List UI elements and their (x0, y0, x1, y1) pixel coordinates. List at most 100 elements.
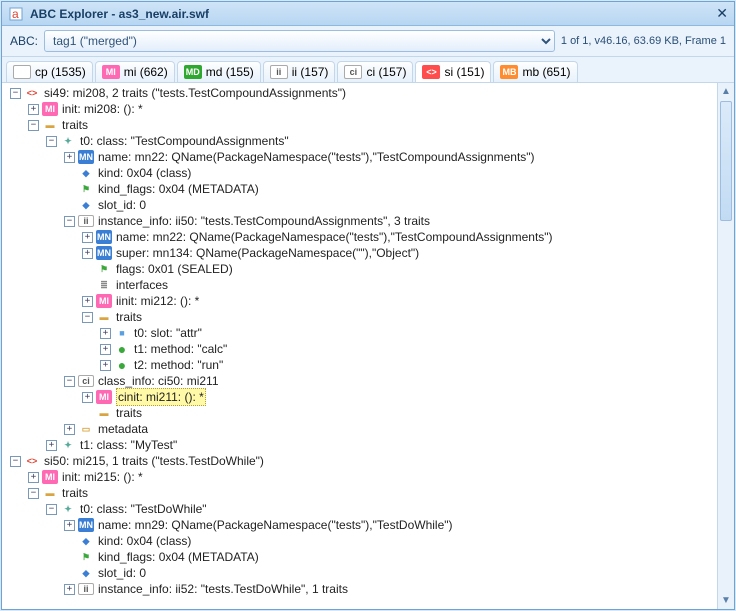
tree-node-label: class_info: ci50: mi211 (98, 373, 219, 389)
collapse-toggle[interactable]: − (10, 88, 21, 99)
tab-ii[interactable]: iiii (157) (263, 61, 336, 82)
tree-row[interactable]: −▬traits (2, 485, 717, 501)
tree-row[interactable]: ◆slot_id: 0 (2, 197, 717, 213)
tab-mi[interactable]: MImi (662) (95, 61, 175, 82)
mn-icon: MN (78, 150, 94, 164)
collapse-toggle[interactable]: − (28, 488, 39, 499)
expand-toggle[interactable]: + (82, 248, 93, 259)
expand-toggle[interactable]: + (64, 520, 75, 531)
folder-icon: ▬ (42, 118, 58, 132)
abc-toolbar: ABC: tag1 ("merged") 1 of 1, v46.16, 63.… (2, 26, 734, 57)
expand-toggle[interactable]: + (64, 424, 75, 435)
expand-toggle[interactable]: + (82, 392, 93, 403)
tree-row[interactable]: −iiinstance_info: ii50: "tests.TestCompo… (2, 213, 717, 229)
blue-icon: ◆ (78, 566, 94, 580)
tab-cp[interactable]: cp (1535) (6, 61, 93, 82)
class-icon: ✦ (60, 134, 76, 148)
collapse-toggle[interactable]: − (10, 456, 21, 467)
abc-info: 1 of 1, v46.16, 63.69 KB, Frame 1 (561, 35, 726, 47)
expand-toggle[interactable]: + (100, 344, 111, 355)
tree-row[interactable]: +MIiinit: mi212: (): * (2, 293, 717, 309)
tree-row[interactable]: ⚑kind_flags: 0x04 (METADATA) (2, 181, 717, 197)
tree-row[interactable]: +MNname: mn29: QName(PackageNamespace("t… (2, 517, 717, 533)
tree-row[interactable]: +MIinit: mi208: (): * (2, 101, 717, 117)
mn-icon: MN (96, 246, 112, 260)
tree-row[interactable]: +✦t1: class: "MyTest" (2, 437, 717, 453)
blue-icon: ◆ (78, 534, 94, 548)
tree-row[interactable]: ⚑kind_flags: 0x04 (METADATA) (2, 549, 717, 565)
tree-row[interactable]: +MNsuper: mn134: QName(PackageNamespace(… (2, 245, 717, 261)
tab-badge-icon: MB (500, 65, 518, 79)
tree-row[interactable]: −▬traits (2, 309, 717, 325)
flag-icon: ⚑ (96, 262, 112, 276)
tree-view[interactable]: −<>si49: mi208, 2 traits ("tests.TestCom… (2, 83, 717, 609)
tab-label: ci (157) (366, 65, 406, 79)
tree-node-label: traits (116, 405, 142, 421)
scroll-up-icon[interactable]: ▲ (718, 83, 734, 100)
expand-toggle[interactable]: + (28, 104, 39, 115)
tree-row[interactable]: +iiinstance_info: ii52: "tests.TestDoWhi… (2, 581, 717, 597)
si-icon: <> (24, 454, 40, 468)
tree-node-label: t0: class: "TestCompoundAssignments" (80, 133, 289, 149)
tree-row[interactable]: ◆slot_id: 0 (2, 565, 717, 581)
expand-toggle[interactable]: + (64, 152, 75, 163)
tab-mb[interactable]: MBmb (651) (493, 61, 577, 82)
titlebar[interactable]: a ABC Explorer - as3_new.air.swf ✕ (2, 2, 734, 26)
expand-toggle[interactable]: + (100, 328, 111, 339)
tree-row[interactable]: −▬traits (2, 117, 717, 133)
collapse-toggle[interactable]: − (46, 136, 57, 147)
tree-row[interactable]: +●t2: method: "run" (2, 357, 717, 373)
collapse-toggle[interactable]: − (64, 376, 75, 387)
expand-toggle[interactable]: + (64, 584, 75, 595)
scroll-down-icon[interactable]: ▼ (718, 592, 734, 609)
tree-node-label: t0: class: "TestDoWhile" (80, 501, 207, 517)
tree-row[interactable]: −<>si50: mi215, 1 traits ("tests.TestDoW… (2, 453, 717, 469)
tab-md[interactable]: MDmd (155) (177, 61, 261, 82)
tree-row[interactable]: +▭metadata (2, 421, 717, 437)
tree-node-label: cinit: mi211: (): * (116, 388, 206, 406)
tree-row[interactable]: +MI cinit: mi211: (): * (2, 389, 717, 405)
tab-label: md (155) (206, 65, 254, 79)
collapse-toggle[interactable]: − (64, 216, 75, 227)
class-icon: ✦ (60, 502, 76, 516)
expand-toggle[interactable]: + (100, 360, 111, 371)
expand-toggle[interactable]: + (46, 440, 57, 451)
tree-node-label: kind_flags: 0x04 (METADATA) (98, 181, 259, 197)
tree-row[interactable]: ◆kind: 0x04 (class) (2, 165, 717, 181)
mi-icon: MI (96, 390, 112, 404)
tree-row[interactable]: −<>si49: mi208, 2 traits ("tests.TestCom… (2, 85, 717, 101)
tab-ci[interactable]: cici (157) (337, 61, 413, 82)
tree-row[interactable]: −ci class_info: ci50: mi211 (2, 373, 717, 389)
collapse-toggle[interactable]: − (82, 312, 93, 323)
close-icon[interactable]: ✕ (716, 5, 728, 22)
tree-node-label: t1: method: "calc" (134, 341, 227, 357)
expand-toggle[interactable]: + (82, 296, 93, 307)
tree-row[interactable]: ▬traits (2, 405, 717, 421)
collapse-toggle[interactable]: − (46, 504, 57, 515)
tree-row[interactable]: −✦ t0: class: "TestCompoundAssignments" (2, 133, 717, 149)
tree-node-label: name: mn22: QName(PackageNamespace("test… (98, 149, 535, 165)
tree-row[interactable]: ⚑flags: 0x01 (SEALED) (2, 261, 717, 277)
expand-toggle[interactable]: + (28, 472, 39, 483)
tree-row[interactable]: +MN name: mn22: QName(PackageNamespace("t… (2, 149, 717, 165)
tree-row[interactable]: +MIinit: mi215: (): * (2, 469, 717, 485)
vertical-scrollbar[interactable]: ▲ ▼ (717, 83, 734, 609)
abc-select[interactable]: tag1 ("merged") (44, 30, 555, 52)
tree-node-label: instance_info: ii52: "tests.TestDoWhile"… (98, 581, 348, 597)
tree-row[interactable]: ≣interfaces (2, 277, 717, 293)
scrollbar-thumb[interactable] (720, 101, 732, 221)
tree-node-label: t0: slot: "attr" (134, 325, 202, 341)
collapse-toggle[interactable]: − (28, 120, 39, 131)
expand-toggle[interactable]: + (82, 232, 93, 243)
tree-node-label: traits (116, 309, 142, 325)
tree-node-label: init: mi215: (): * (62, 469, 143, 485)
ci-icon: ci (78, 375, 94, 387)
dot-icon: ● (114, 342, 130, 356)
dot-icon: ● (114, 358, 130, 372)
tree-row[interactable]: +● t1: method: "calc" (2, 341, 717, 357)
tab-si[interactable]: <>si (151) (415, 61, 491, 82)
tree-row[interactable]: ◆kind: 0x04 (class) (2, 533, 717, 549)
tree-row[interactable]: −✦ t0: class: "TestDoWhile" (2, 501, 717, 517)
tree-row[interactable]: +■t0: slot: "attr" (2, 325, 717, 341)
tree-row[interactable]: +MNname: mn22: QName(PackageNamespace("t… (2, 229, 717, 245)
